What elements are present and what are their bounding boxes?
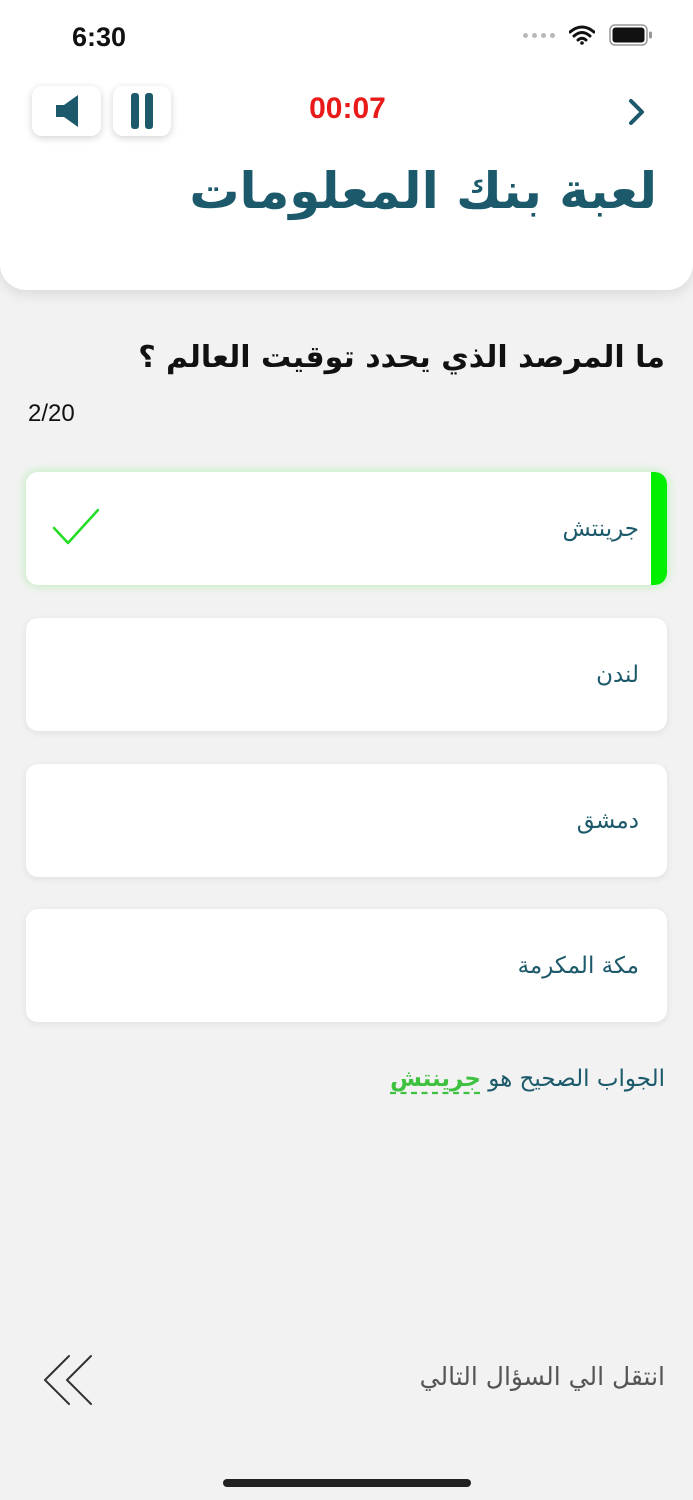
battery-icon bbox=[609, 24, 652, 46]
mute-button[interactable] bbox=[32, 86, 101, 136]
answer-option-correct[interactable]: جرينتش bbox=[26, 472, 667, 585]
answer-option[interactable]: مكة المكرمة bbox=[26, 909, 667, 1022]
double-chevron-left-icon[interactable] bbox=[40, 1354, 94, 1406]
checkmark-icon bbox=[52, 508, 100, 545]
next-question-link[interactable]: انتقل الي السؤال التالي bbox=[420, 1362, 665, 1391]
cellular-signal-icon bbox=[523, 32, 555, 38]
option-label: جرينتش bbox=[562, 515, 639, 542]
home-indicator bbox=[223, 1479, 471, 1487]
status-icons bbox=[523, 24, 653, 46]
status-time: 6:30 bbox=[72, 22, 127, 52]
question-text: ما المرصد الذي يحدد توقيت العالم ؟ bbox=[138, 340, 665, 375]
pause-icon bbox=[131, 93, 153, 129]
option-label: دمشق bbox=[576, 807, 639, 834]
correct-answer-value: جرينتش bbox=[390, 1066, 481, 1092]
back-button[interactable] bbox=[625, 96, 649, 128]
pause-button[interactable] bbox=[113, 86, 171, 136]
page-title: لعبة بنك المعلومات bbox=[189, 162, 657, 220]
answer-option[interactable]: لندن bbox=[26, 618, 667, 731]
wifi-icon bbox=[569, 25, 595, 45]
header: 6:30 00:07 لعبة بنك المعلومات bbox=[0, 0, 693, 290]
correct-answer-prefix: الجواب الصحيح هو bbox=[488, 1066, 665, 1092]
chevron-right-icon bbox=[629, 99, 644, 125]
question-counter: 2/20 bbox=[28, 400, 75, 427]
option-label: لندن bbox=[596, 661, 639, 688]
answer-option[interactable]: دمشق bbox=[26, 764, 667, 877]
correct-answer-text: الجواب الصحيح هو جرينتش bbox=[390, 1066, 665, 1092]
speaker-icon bbox=[55, 95, 78, 127]
correct-indicator-bar bbox=[651, 472, 667, 585]
option-label: مكة المكرمة bbox=[517, 952, 639, 979]
countdown-timer: 00:07 bbox=[309, 92, 386, 125]
